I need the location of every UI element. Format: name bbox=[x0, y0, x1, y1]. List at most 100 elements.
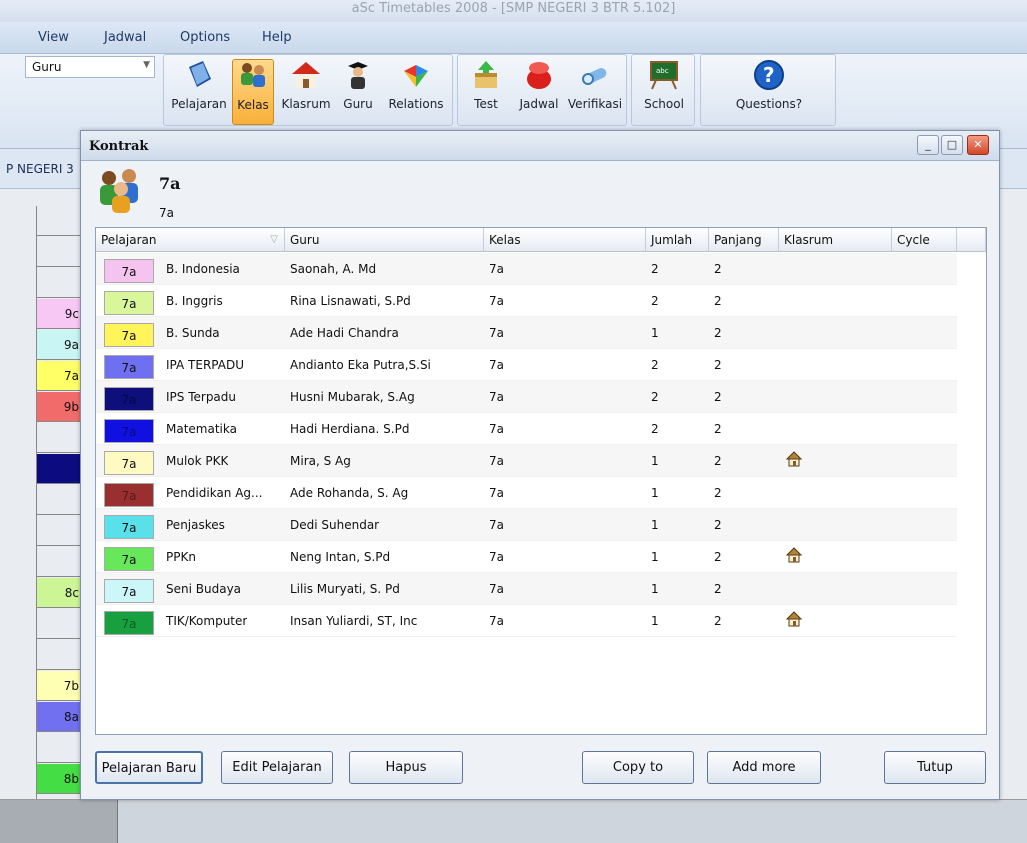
teacher-cell: Husni Mubarak, S.Ag bbox=[290, 390, 415, 404]
timetable-cell[interactable] bbox=[37, 733, 82, 763]
ribbon-button-school[interactable]: abc School bbox=[638, 59, 690, 111]
ribbon-label-school: School bbox=[644, 97, 684, 111]
subject-color-swatch: 7a bbox=[104, 419, 154, 443]
length-cell: 2 bbox=[714, 550, 722, 564]
ribbon-button-pelajaran[interactable]: Pelajaran bbox=[168, 59, 230, 111]
teacher-icon bbox=[342, 59, 374, 91]
ribbon-button-questions[interactable]: ? Questions? bbox=[721, 59, 817, 111]
school-name-fragment[interactable]: P NEGERI 3 bbox=[6, 162, 74, 176]
table-row[interactable]: 7a IPA TERPADU Andianto Eka Putra,S.Si 7a 2 2 bbox=[96, 349, 957, 381]
table-row[interactable]: 7a B. Sunda Ade Hadi Chandra 7a 1 2 bbox=[96, 317, 957, 349]
menu-help[interactable]: Help bbox=[262, 30, 292, 45]
menu-view[interactable]: View bbox=[38, 30, 69, 45]
add-more-button[interactable]: Add more bbox=[707, 751, 821, 784]
class-cell: 7a bbox=[489, 454, 504, 468]
ribbon-label-kelas: Kelas bbox=[237, 98, 269, 112]
ribbon-button-jadwal[interactable]: Jadwal bbox=[514, 59, 564, 111]
timetable-cell[interactable] bbox=[37, 454, 82, 484]
timetable-cell[interactable] bbox=[37, 237, 82, 267]
timetable-cell[interactable] bbox=[37, 609, 82, 639]
subject-cell: B. Inggris bbox=[166, 294, 223, 308]
ribbon-button-klasrum[interactable]: Klasrum bbox=[278, 59, 334, 111]
table-row[interactable]: 7a Matematika Hadi Herdiana. S.Pd 7a 2 2 bbox=[96, 413, 957, 445]
ribbon-button-verifikasi[interactable]: Verifikasi bbox=[566, 59, 624, 111]
maximize-button[interactable]: □ bbox=[941, 135, 963, 155]
copy-to-button[interactable]: Copy to bbox=[582, 751, 694, 784]
timetable-cell[interactable] bbox=[37, 268, 82, 298]
new-lesson-button[interactable]: Pelajaran Baru bbox=[95, 751, 203, 784]
filter-icon[interactable]: ▽ bbox=[270, 228, 278, 252]
class-cell: 7a bbox=[489, 358, 504, 372]
class-cell: 7a bbox=[489, 582, 504, 596]
length-cell: 2 bbox=[714, 518, 722, 532]
subject-color-swatch: 7a bbox=[104, 451, 154, 475]
timetable-cell[interactable]: 8b bbox=[37, 764, 82, 794]
app-title-bar: aSc Timetables 2008 - [SMP NEGERI 3 BTR … bbox=[0, 0, 1027, 22]
teacher-cell: Dedi Suhendar bbox=[290, 518, 380, 532]
table-row[interactable]: 7a Penjaskes Dedi Suhendar 7a 1 2 bbox=[96, 509, 957, 541]
edit-lesson-button[interactable]: Edit Pelajaran bbox=[221, 751, 333, 784]
ribbon-button-guru[interactable]: Guru bbox=[338, 59, 378, 111]
count-cell: 1 bbox=[651, 486, 659, 500]
timetable-cell[interactable] bbox=[37, 423, 82, 453]
close-button[interactable]: ✕ bbox=[967, 135, 989, 155]
dialog-title: Kontrak bbox=[89, 139, 149, 154]
table-row[interactable]: 7a TIK/Komputer Insan Yuliardi, ST, Inc 7a 1… bbox=[96, 605, 957, 637]
ribbon-button-relations[interactable]: Relations bbox=[382, 59, 450, 111]
timetable-cell[interactable]: 7a bbox=[37, 361, 82, 391]
menu-jadwal[interactable]: Jadwal bbox=[104, 30, 146, 45]
count-cell: 2 bbox=[651, 422, 659, 436]
table-row[interactable]: 7a IPS Terpadu Husni Mubarak, S.Ag 7a 2 2 bbox=[96, 381, 957, 413]
minimize-button[interactable]: _ bbox=[917, 135, 939, 155]
timetable-cell[interactable] bbox=[37, 547, 82, 577]
verify-icon bbox=[579, 59, 611, 91]
class-cell: 7a bbox=[489, 390, 504, 404]
timetable-cell[interactable]: 8a bbox=[37, 702, 82, 732]
timetable-cell[interactable] bbox=[37, 485, 82, 515]
column-header-guru[interactable]: Guru bbox=[285, 228, 484, 252]
column-header-spacer bbox=[957, 228, 986, 252]
column-header-cycle[interactable]: Cycle bbox=[892, 228, 957, 252]
timetable-cell[interactable] bbox=[37, 206, 82, 236]
column-header-pelajaran[interactable]: Pelajaran ▽ bbox=[96, 228, 285, 252]
menu-options[interactable]: Options bbox=[180, 30, 230, 45]
timetable-cell[interactable] bbox=[37, 640, 82, 670]
jadwal-icon bbox=[523, 59, 555, 91]
ribbon-button-kelas[interactable]: Kelas bbox=[232, 59, 274, 125]
close-dialog-button[interactable]: Tutup bbox=[884, 751, 986, 784]
timetable-cell[interactable] bbox=[37, 516, 82, 546]
subject-color-swatch: 7a bbox=[104, 483, 154, 507]
table-row[interactable]: 7a B. Inggris Rina Lisnawati, S.Pd 7a 2 2 bbox=[96, 285, 957, 317]
delete-button[interactable]: Hapus bbox=[349, 751, 463, 784]
timetable-cell[interactable]: 9a bbox=[37, 330, 82, 360]
column-header-panjang[interactable]: Panjang bbox=[709, 228, 779, 252]
column-header-klasrum[interactable]: Klasrum bbox=[779, 228, 892, 252]
class-students-icon bbox=[237, 60, 269, 92]
column-header-jumlah[interactable]: Jumlah bbox=[646, 228, 709, 252]
timetable-cell[interactable]: 7b bbox=[37, 671, 82, 701]
table-row[interactable]: 7a Pendidikan Ag... Ade Rohanda, S. Ag 7a 1 2 bbox=[96, 477, 957, 509]
subject-color-swatch: 7a bbox=[104, 355, 154, 379]
blackboard-icon: abc bbox=[648, 59, 680, 91]
view-combo[interactable]: Guru ▼ bbox=[25, 56, 155, 78]
subject-cell: IPS Terpadu bbox=[166, 390, 237, 404]
timetable-cell[interactable]: 9c bbox=[37, 299, 82, 329]
teacher-cell: Lilis Muryati, S. Pd bbox=[290, 582, 400, 596]
subject-cell: B. Indonesia bbox=[166, 262, 240, 276]
count-cell: 1 bbox=[651, 550, 659, 564]
column-header-kelas[interactable]: Kelas bbox=[484, 228, 646, 252]
table-row[interactable]: 7a Mulok PKK Mira, S Ag 7a 1 2 bbox=[96, 445, 957, 477]
timetable-cell[interactable]: 8c bbox=[37, 578, 82, 608]
timetable-cell[interactable]: 9b bbox=[37, 392, 82, 422]
subject-color-swatch: 7a bbox=[104, 547, 154, 571]
dialog-title-bar[interactable]: Kontrak _ □ ✕ bbox=[81, 131, 999, 161]
count-cell: 2 bbox=[651, 358, 659, 372]
timetable-right-column bbox=[1000, 189, 1027, 799]
subject-color-swatch: 7a bbox=[104, 515, 154, 539]
ribbon-button-test[interactable]: Test bbox=[464, 59, 508, 111]
table-row[interactable]: 7a Seni Budaya Lilis Muryati, S. Pd 7a 1 2 bbox=[96, 573, 957, 605]
teacher-cell: Insan Yuliardi, ST, Inc bbox=[290, 614, 418, 628]
table-row[interactable]: 7a PPKn Neng Intan, S.Pd 7a 1 2 bbox=[96, 541, 957, 573]
teacher-cell: Rina Lisnawati, S.Pd bbox=[290, 294, 411, 308]
table-row[interactable]: 7a B. Indonesia Saonah, A. Md 7a 2 2 bbox=[96, 253, 957, 285]
